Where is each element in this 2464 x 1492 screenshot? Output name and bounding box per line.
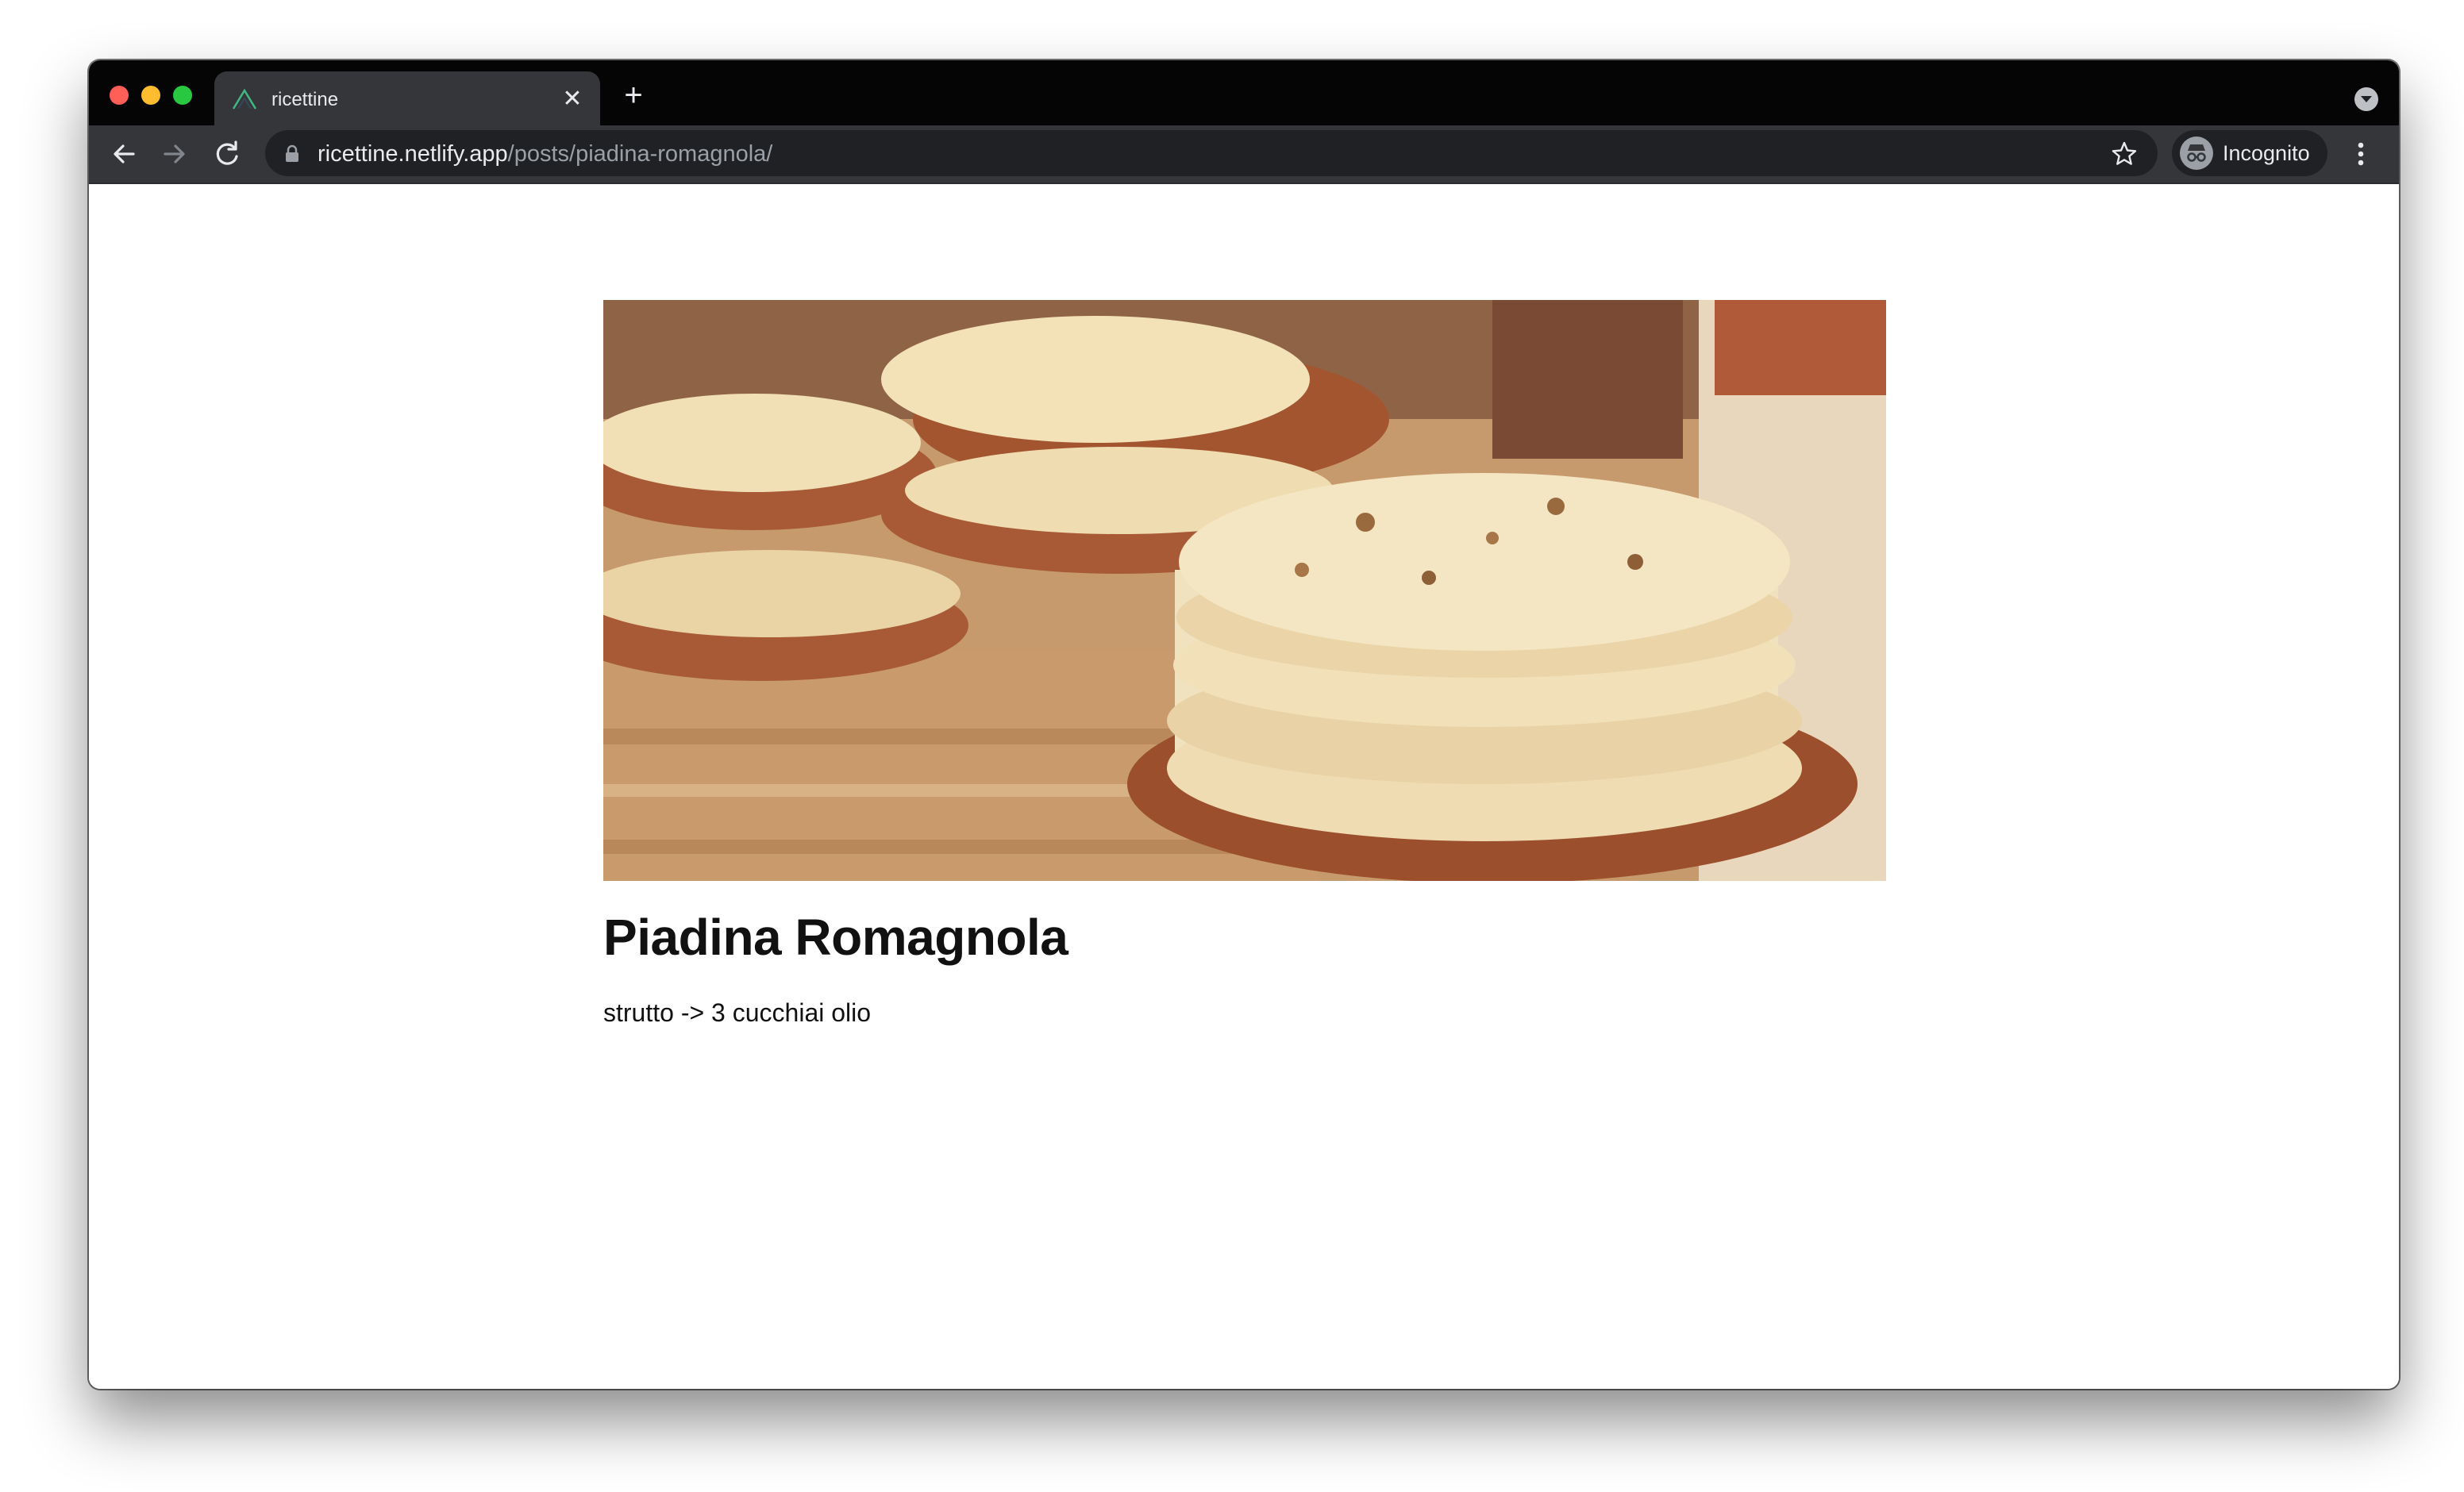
url-host: ricettine.netlify.app [318,141,508,167]
browser-window: ricettine ✕ + ricettine.netlify.app/post… [89,60,2399,1389]
tab-title: ricettine [271,89,339,110]
hero-image [603,300,1886,881]
address-bar[interactable]: ricettine.netlify.app/posts/piadina-roma… [265,130,2158,176]
arrow-left-icon[interactable] [105,135,143,173]
netlify-triangle-icon [232,87,257,111]
lock-icon[interactable] [281,143,303,165]
post-body: strutto -> 3 cucchiai olio [603,998,872,1027]
close-icon[interactable]: ✕ [559,86,586,113]
page-content: Piadina Romagnola strutto -> 3 cucchiai … [89,184,2399,1389]
tab-ricettine[interactable]: ricettine ✕ [214,71,600,127]
post-title: Piadina Romagnola [603,909,1068,966]
browser-toolbar: ricettine.netlify.app/posts/piadina-roma… [89,125,2399,184]
close-window-button[interactable] [110,86,129,105]
arrow-right-icon[interactable] [156,135,194,173]
incognito-label: Incognito [2223,141,2310,165]
url-path: /posts/piadina-romagnola/ [507,141,773,167]
incognito-profile-button[interactable]: Incognito [2172,130,2327,176]
reload-icon[interactable] [208,135,246,173]
chevron-down-icon[interactable] [2354,87,2378,111]
kebab-menu-icon[interactable] [2343,137,2378,171]
tab-strip: ricettine ✕ + [89,60,2399,127]
plus-icon[interactable]: + [619,79,648,111]
incognito-icon [2180,137,2213,170]
minimize-window-button[interactable] [141,86,160,105]
star-icon[interactable] [2110,140,2139,168]
url-text: ricettine.netlify.app/posts/piadina-roma… [318,141,772,167]
maximize-window-button[interactable] [173,86,192,105]
